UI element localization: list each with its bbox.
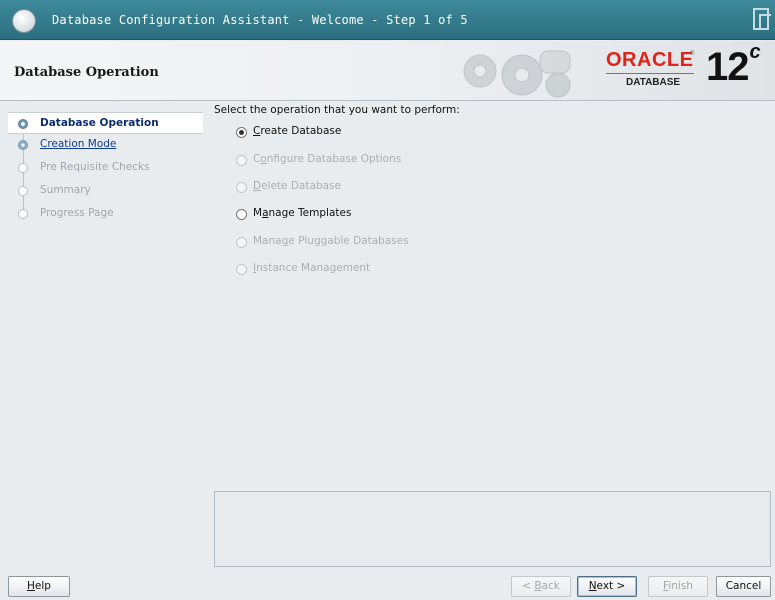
radio-label: Configure Database Options: [253, 153, 402, 165]
radio-label: Manage Pluggable Databases: [253, 235, 409, 247]
window-menu-icon[interactable]: [12, 9, 36, 33]
nav-step-prereq-checks: Pre Requisite Checks: [8, 157, 203, 179]
step-current-icon: [18, 119, 28, 129]
operation-prompt: Select the operation that you want to pe…: [214, 104, 460, 116]
radio-button: [236, 237, 247, 248]
nav-step-label: Summary: [40, 184, 91, 196]
next-button[interactable]: Next >: [577, 576, 637, 597]
radio-button[interactable]: [236, 127, 247, 138]
page-header: Database Operation ORACLE ® DATABASE 12c: [0, 41, 775, 101]
step-icon: [18, 186, 28, 196]
cancel-button[interactable]: Cancel: [716, 576, 771, 597]
description-panel: [214, 491, 771, 567]
nav-step-summary: Summary: [8, 180, 203, 202]
help-button[interactable]: Help: [8, 576, 70, 597]
page-title: Database Operation: [14, 65, 159, 80]
radio-button: [236, 264, 247, 275]
title-bar[interactable]: Database Configuration Assistant - Welco…: [0, 0, 775, 40]
radio-button[interactable]: [236, 209, 247, 220]
radio-label: Manage Templates: [253, 207, 352, 219]
radio-label: Delete Database: [253, 180, 341, 192]
step-icon: [18, 209, 28, 219]
nav-step-database-operation[interactable]: Database Operation: [8, 112, 203, 134]
radio-label: Instance Management: [253, 262, 371, 274]
oracle-database-logo: ORACLE ® DATABASE 12c: [606, 40, 761, 89]
maximize-icon[interactable]: [753, 8, 771, 30]
nav-step-label: Pre Requisite Checks: [40, 161, 150, 173]
nav-step-creation-mode[interactable]: Creation Mode: [8, 134, 203, 156]
gears-icon: [463, 50, 571, 98]
step-icon: [18, 140, 28, 150]
nav-step-label: Database Operation: [40, 117, 159, 129]
radio-label: Create Database: [253, 125, 342, 137]
step-icon: [18, 163, 28, 173]
nav-step-label[interactable]: Creation Mode: [40, 138, 116, 150]
radio-button: [236, 155, 247, 166]
radio-button: [236, 182, 247, 193]
window-title: Database Configuration Assistant - Welco…: [52, 13, 468, 27]
step-navigation: Database Operation Creation Mode Pre Req…: [8, 110, 203, 570]
back-button: < Back: [511, 576, 571, 597]
nav-step-progress-page: Progress Page: [8, 203, 203, 225]
nav-step-label: Progress Page: [40, 207, 114, 219]
finish-button: Finish: [648, 576, 708, 597]
